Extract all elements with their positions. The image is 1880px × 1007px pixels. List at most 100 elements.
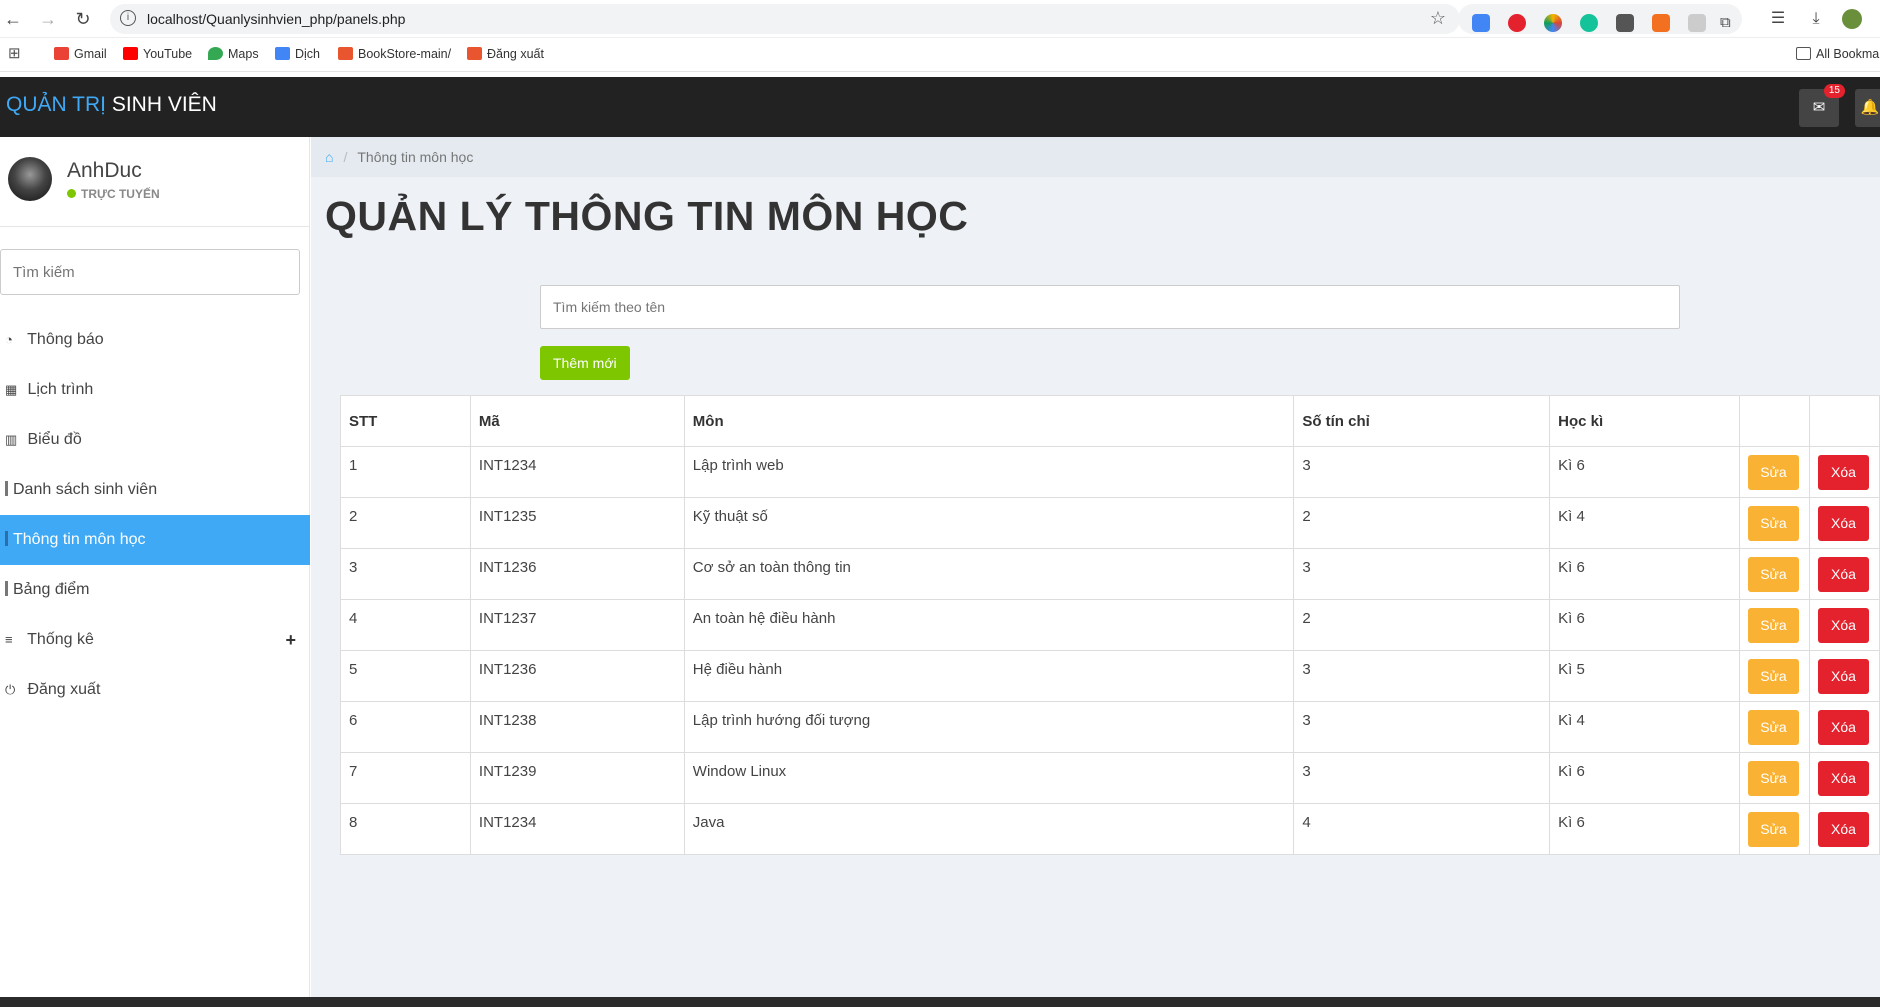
table-header-row: STT Mã Môn Số tín chỉ Học kì: [340, 395, 1880, 447]
bookmark-logout[interactable]: Đăng xuất: [467, 47, 544, 61]
bookmark-maps[interactable]: Maps: [208, 47, 259, 61]
sidebar: AnhDuc TRỰC TUYẾN ◔ Thông báo ▦ Lịch trì…: [0, 137, 310, 997]
bookmark-youtube[interactable]: YouTube: [123, 47, 192, 61]
bookmark-gmail[interactable]: Gmail: [54, 47, 107, 61]
delete-button[interactable]: Xóa: [1817, 658, 1869, 694]
cell-credits: 3: [1293, 701, 1551, 753]
cell-delete: Xóa: [1808, 599, 1880, 651]
cell-subject: Cơ sở an toàn thông tin: [683, 548, 1295, 600]
edit-button[interactable]: Sửa: [1747, 709, 1799, 745]
list-icon: ≡: [5, 632, 13, 647]
address-bar[interactable]: i localhost/Quanlysinhvien_php/panels.ph…: [110, 4, 1460, 34]
image-extension-icon[interactable]: [1616, 14, 1634, 32]
edit-button[interactable]: Sửa: [1747, 658, 1799, 694]
mail-button[interactable]: ✉ 15: [1799, 84, 1845, 127]
sidebar-item-grades[interactable]: Bảng điểm: [0, 565, 310, 615]
bar-icon: [5, 481, 8, 496]
cell-subject: An toàn hệ điều hành: [683, 599, 1295, 651]
col-semester: Học kì: [1549, 395, 1740, 447]
bookmark-star-icon[interactable]: ☆: [1430, 8, 1446, 29]
apps-grid-icon[interactable]: ⊞: [8, 44, 21, 62]
color-extension-icon[interactable]: [1544, 14, 1562, 32]
col-code: Mã: [469, 395, 685, 447]
breadcrumb: ⌂ / Thông tin môn học: [311, 137, 1880, 177]
sidebar-item-students[interactable]: Danh sách sinh viên: [0, 465, 310, 515]
translate-extension-icon[interactable]: [1472, 14, 1490, 32]
bookmark-translate[interactable]: Dịch: [275, 47, 320, 61]
edit-button[interactable]: Sửa: [1747, 811, 1799, 847]
delete-button[interactable]: Xóa: [1817, 709, 1869, 745]
sidebar-search-input[interactable]: [0, 249, 300, 295]
sync-extension-icon[interactable]: [1652, 14, 1670, 32]
sidebar-item-charts[interactable]: ▥ Biểu đồ: [0, 415, 310, 465]
cell-subject: Lập trình web: [683, 446, 1295, 498]
cell-edit: Sửa: [1738, 599, 1810, 651]
delete-button[interactable]: Xóa: [1817, 505, 1869, 541]
sidebar-item-schedule[interactable]: ▦ Lịch trình: [0, 365, 310, 415]
back-icon[interactable]: ←: [3, 9, 23, 29]
delete-button[interactable]: Xóa: [1817, 454, 1869, 490]
cell-semester: Kì 4: [1549, 701, 1740, 753]
table-row: 8 INT1234 Java 4 Kì 6 Sửa Xóa: [340, 803, 1880, 855]
site-info-icon[interactable]: i: [120, 10, 136, 26]
cell-stt: 5: [340, 650, 471, 702]
delete-button[interactable]: Xóa: [1817, 556, 1869, 592]
user-panel: AnhDuc TRỰC TUYẾN: [0, 137, 310, 227]
translate-icon: [275, 47, 290, 60]
cell-code: INT1234: [469, 803, 685, 855]
grammarly-extension-icon[interactable]: [1580, 14, 1598, 32]
edit-button[interactable]: Sửa: [1747, 454, 1799, 490]
page-extension-icon[interactable]: [1688, 14, 1706, 32]
cell-edit: Sửa: [1738, 548, 1810, 600]
cell-stt: 6: [340, 701, 471, 753]
col-delete: [1808, 395, 1880, 447]
add-button[interactable]: Thêm mới: [540, 346, 630, 380]
bar-chart-icon: ▥: [5, 432, 18, 447]
bookmark-bookstore[interactable]: BookStore-main/: [338, 47, 451, 61]
search-input[interactable]: [540, 285, 1680, 329]
sidebar-item-notifications[interactable]: ◔ Thông báo: [0, 315, 310, 365]
sidebar-item-logout[interactable]: ⏻ Đăng xuất: [0, 665, 310, 715]
table-row: 1 INT1234 Lập trình web 3 Kì 6 Sửa Xóa: [340, 446, 1880, 498]
url-text[interactable]: localhost/Quanlysinhvien_php/panels.php: [147, 11, 405, 27]
edit-button[interactable]: Sửa: [1747, 760, 1799, 796]
home-icon[interactable]: ⌂: [325, 149, 333, 165]
delete-button[interactable]: Xóa: [1817, 811, 1869, 847]
cell-code: INT1237: [469, 599, 685, 651]
reading-list-icon[interactable]: ☰: [1768, 9, 1788, 29]
cell-stt: 7: [340, 752, 471, 804]
cell-delete: Xóa: [1808, 446, 1880, 498]
user-status: TRỰC TUYẾN: [67, 187, 160, 201]
bookstore-icon: [338, 47, 353, 60]
edit-button[interactable]: Sửa: [1747, 607, 1799, 643]
edit-button[interactable]: Sửa: [1747, 556, 1799, 592]
avatar: [8, 157, 52, 201]
cell-credits: 4: [1293, 803, 1551, 855]
bookmarks-bar: ⊞ Gmail YouTube Maps Dịch BookStore-main…: [0, 38, 1880, 72]
sidebar-item-subjects[interactable]: Thông tin môn học: [0, 515, 310, 565]
cell-stt: 8: [340, 803, 471, 855]
page-title: QUẢN LÝ THÔNG TIN MÔN HỌC: [325, 193, 969, 239]
plus-icon[interactable]: +: [285, 615, 296, 665]
cell-delete: Xóa: [1808, 650, 1880, 702]
notification-button[interactable]: 🔔: [1855, 89, 1880, 127]
col-subject: Môn: [683, 395, 1295, 447]
cell-subject: Java: [683, 803, 1295, 855]
main-content: ⌂ / Thông tin môn học QUẢN LÝ THÔNG TIN MÔ…: [311, 137, 1880, 997]
reload-icon[interactable]: ↻: [73, 9, 93, 29]
download-icon[interactable]: ⤓: [1806, 9, 1826, 29]
edit-button[interactable]: Sửa: [1747, 505, 1799, 541]
cell-stt: 2: [340, 497, 471, 549]
cell-credits: 3: [1293, 650, 1551, 702]
delete-button[interactable]: Xóa: [1817, 607, 1869, 643]
profile-avatar-icon[interactable]: [1842, 9, 1862, 29]
bar-icon: [5, 581, 8, 596]
all-bookmarks[interactable]: All Bookma: [1796, 47, 1879, 61]
cell-subject: Window Linux: [683, 752, 1295, 804]
forward-icon[interactable]: →: [38, 9, 58, 29]
sidebar-item-statistics[interactable]: ≡ Thống kê +: [0, 615, 310, 665]
extensions-puzzle-icon[interactable]: ⧉: [1720, 14, 1738, 32]
delete-button[interactable]: Xóa: [1817, 760, 1869, 796]
opera-extension-icon[interactable]: [1508, 14, 1526, 32]
brand-logo[interactable]: QUẢN TRỊ SINH VIÊN: [6, 93, 217, 117]
